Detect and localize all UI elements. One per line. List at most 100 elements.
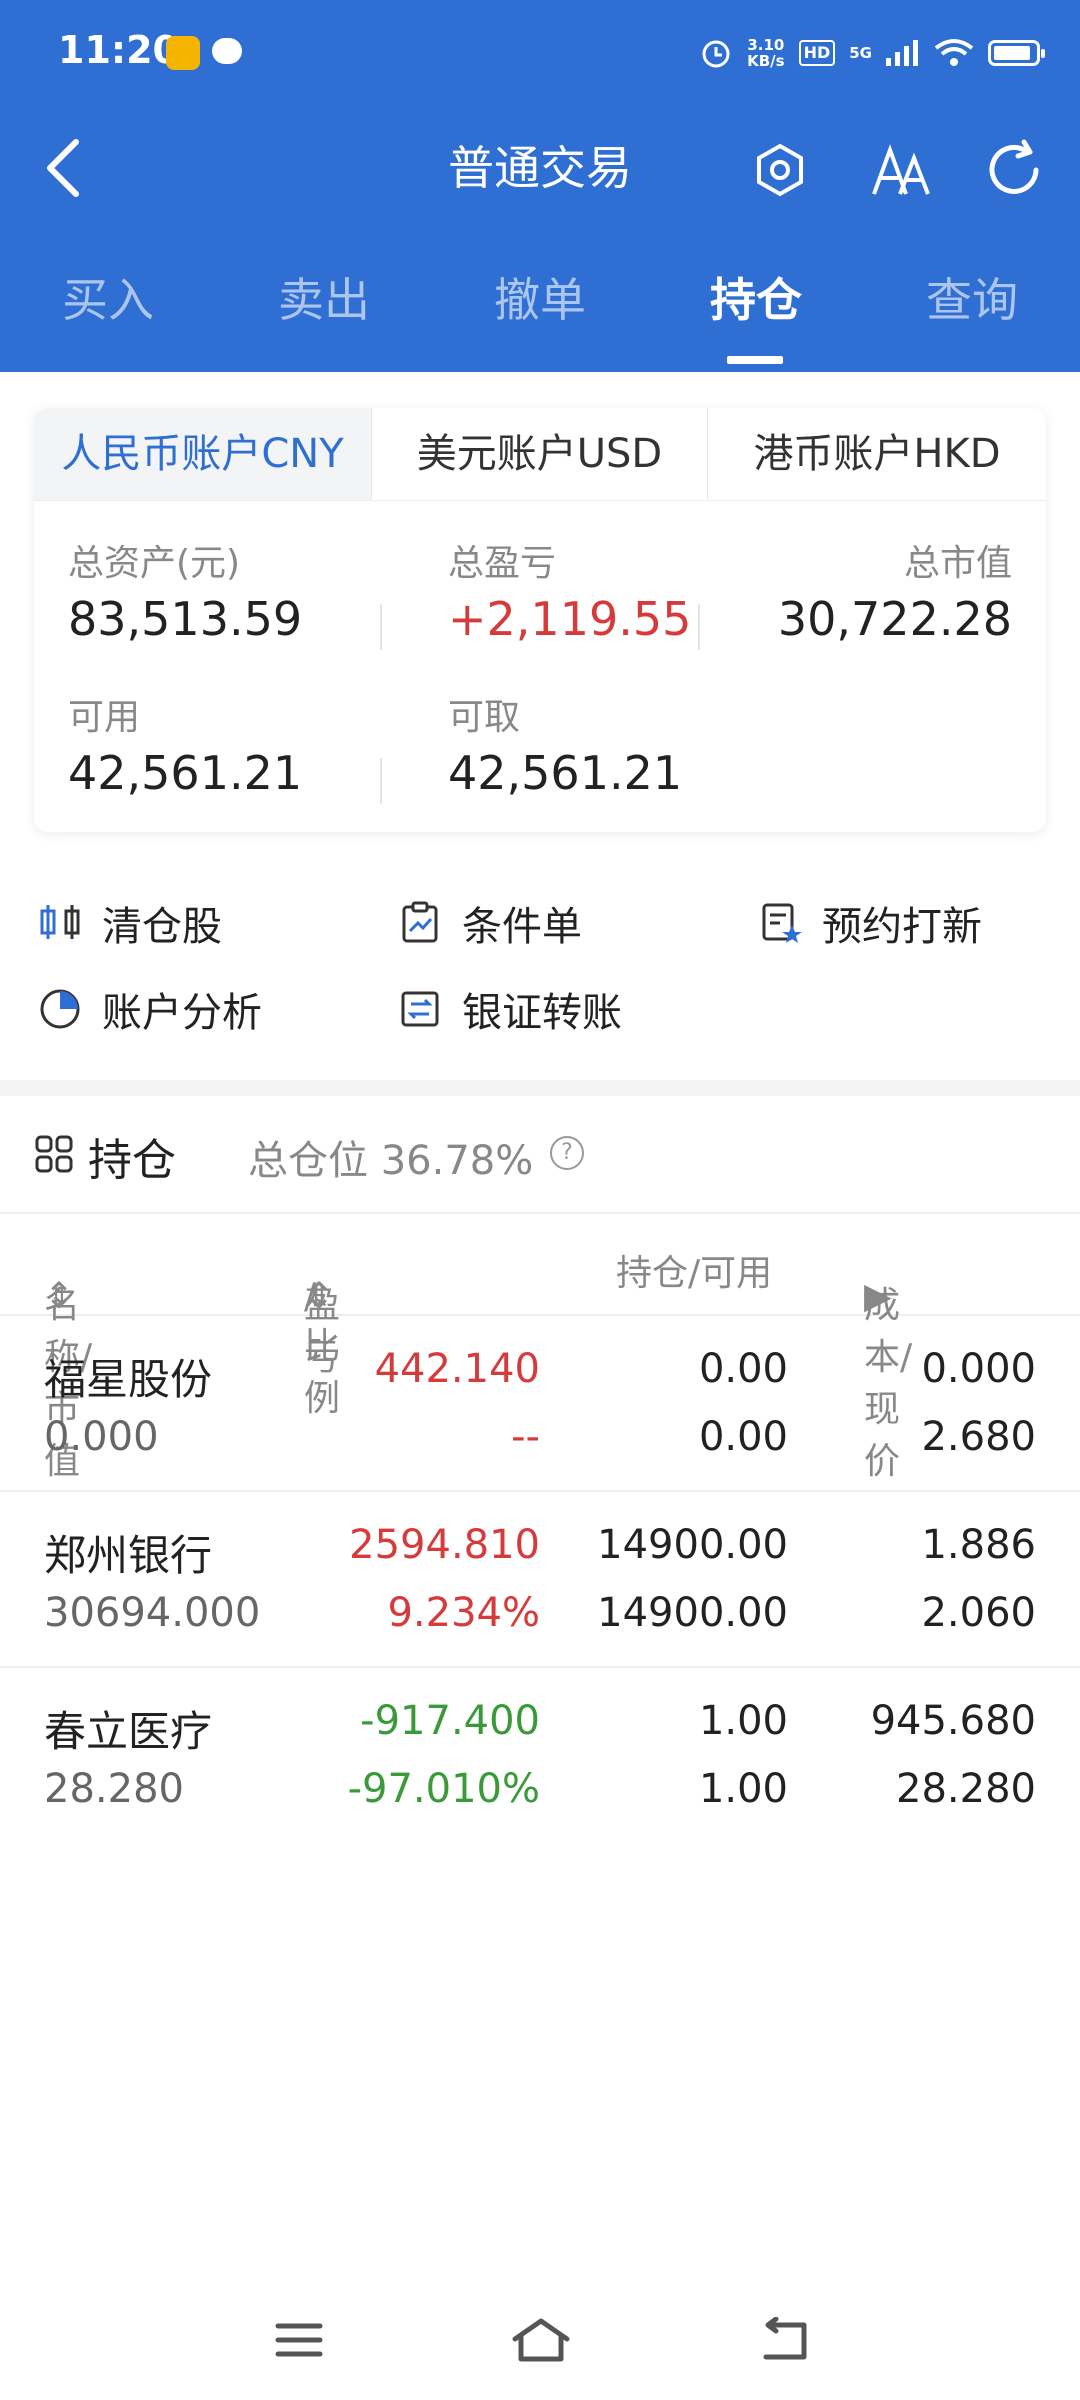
available-qty: 14900.00 (597, 1590, 788, 1636)
refresh-icon (989, 139, 1039, 194)
transfer-icon (398, 987, 442, 1031)
net-speed: 3.10 KB/s (747, 37, 784, 69)
help-icon[interactable]: ? (550, 1136, 584, 1170)
status-indicators: 3.10 KB/s HD 5G (699, 30, 1045, 76)
net-speed-unit: KB/s (747, 52, 785, 70)
positions-header: 持仓 总仓位 36.78% ? (0, 1096, 1080, 1214)
total-pnl-label: 总盈亏 (448, 543, 557, 584)
market-value: 30694.000 (44, 1590, 261, 1636)
active-tab-indicator (727, 356, 783, 364)
font-size-button[interactable] (862, 132, 938, 208)
message-bubble-icon (212, 38, 242, 64)
net-speed-value: 3.10 (747, 36, 785, 54)
table-row[interactable]: 郑州银行 30694.000 2594.810 9.234% 14900.00 … (0, 1490, 1080, 1668)
quick-action-clear-position[interactable]: 清仓股 (38, 894, 222, 952)
back-button[interactable] (22, 120, 102, 216)
home-button[interactable] (496, 2300, 586, 2380)
market-value: 0.000 (44, 1414, 159, 1460)
refresh-button[interactable] (976, 132, 1052, 208)
tab-account-usd[interactable]: 美元账户USD (372, 408, 708, 500)
total-position-ratio: 总仓位 36.78% (248, 1138, 534, 1184)
return-icon (763, 2317, 807, 2360)
pnl-value: -917.400 (360, 1698, 540, 1744)
quick-action-label: 条件单 (462, 904, 582, 950)
holding: 0.00 (698, 1346, 788, 1392)
section-divider (0, 1080, 1080, 1096)
holding: 14900.00 (597, 1522, 788, 1568)
tab-query[interactable]: 查询 (864, 228, 1080, 372)
signal-bars-icon (886, 40, 918, 66)
status-time: 11:20 (58, 28, 179, 72)
tab-account-cny[interactable]: 人民币账户CNY (34, 408, 372, 500)
back-icon (47, 139, 79, 197)
market-value-label: 总市值 (903, 543, 1012, 584)
status-bar: 11:20 3.10 KB/s HD 5G (0, 0, 1080, 108)
hd-badge: HD (798, 40, 836, 66)
tab-cancel[interactable]: 撤单 (432, 228, 648, 372)
cost-price: 0.000 (921, 1346, 1036, 1392)
stock-name: 福星股份 (44, 1355, 213, 1404)
total-pnl-value: +2,119.55 (448, 592, 692, 646)
available-label: 可用 (68, 697, 141, 738)
quick-action-label: 清仓股 (102, 904, 222, 950)
settings-button[interactable] (742, 132, 818, 208)
expand-right-icon: ▶ (864, 1276, 892, 1317)
table-row[interactable]: 春立医疗 28.280 -917.400 -97.010% 1.00 1.00 … (0, 1666, 1080, 1842)
pie-chart-icon (38, 987, 82, 1031)
tab-buy[interactable]: 买入 (0, 228, 216, 372)
current-price: 2.060 (921, 1590, 1036, 1636)
pnl-ratio: 9.234% (387, 1590, 540, 1636)
positions-column-header: 名称/市值 ⇕ 盈亏 ⇕/比例 ⇕ 持仓/可用 成本/现价 ▶ (0, 1212, 1080, 1482)
back-nav-button[interactable] (738, 2300, 828, 2380)
notification-app-icon (166, 36, 200, 70)
withdrawable-label: 可取 (448, 697, 521, 738)
cost-price: 945.680 (870, 1698, 1036, 1744)
sort-icon: ⇕ (304, 1276, 335, 1317)
font-size-icon (872, 144, 930, 195)
available-value: 42,561.21 (68, 746, 303, 800)
currency-tabs: 人民币账户CNY 美元账户USD 港币账户HKD (34, 408, 1046, 501)
quick-action-label: 预约打新 (822, 904, 982, 950)
cost-price: 1.886 (921, 1522, 1036, 1568)
holding: 1.00 (698, 1698, 788, 1744)
home-icon (512, 2318, 570, 2362)
settings-icon (757, 143, 803, 197)
total-assets-value: 83,513.59 (68, 592, 303, 646)
quick-action-account-analysis[interactable]: 账户分析 (38, 980, 262, 1038)
current-price: 28.280 (896, 1766, 1036, 1812)
stock-name: 郑州银行 (44, 1531, 213, 1580)
available-qty: 0.00 (698, 1414, 788, 1460)
nav-bar: 普通交易 (0, 108, 1080, 228)
total-assets-label: 总资产(元) (68, 543, 241, 584)
table-row[interactable]: 福星股份 0.000 442.140 -- 0.00 0.00 0.000 2.… (0, 1314, 1080, 1492)
signal-label: 5G (849, 44, 872, 62)
tab-sell[interactable]: 卖出 (216, 228, 432, 372)
quick-action-ipo-reservation[interactable]: 预约打新 (758, 894, 982, 952)
app-header: 11:20 3.10 KB/s HD 5G 普通交易 买入 卖出 撤单 持仓 查… (0, 0, 1080, 372)
pnl-ratio: -- (511, 1414, 540, 1460)
column-hold-avail: 持仓/可用 (616, 1253, 773, 1294)
divider (380, 758, 382, 804)
available-qty: 1.00 (698, 1766, 788, 1812)
ipo-reservation-icon (758, 901, 802, 945)
quick-action-conditional-order[interactable]: 条件单 (398, 894, 582, 952)
quick-action-label: 银证转账 (462, 990, 622, 1036)
pnl-value: 2594.810 (349, 1522, 540, 1568)
tab-positions[interactable]: 持仓 (648, 228, 864, 372)
grid-icon (35, 1135, 73, 1173)
menu-button[interactable] (254, 2300, 344, 2380)
stock-name: 春立医疗 (44, 1707, 213, 1756)
market-value: 28.280 (44, 1766, 184, 1812)
tab-account-hkd[interactable]: 港币账户HKD (708, 408, 1046, 500)
current-price: 2.680 (921, 1414, 1036, 1460)
trade-tabs: 买入 卖出 撤单 持仓 查询 (0, 228, 1080, 372)
alarm-icon (702, 40, 730, 68)
quick-action-bank-transfer[interactable]: 银证转账 (398, 980, 622, 1038)
clear-position-icon (38, 901, 82, 945)
divider (698, 604, 700, 650)
system-nav-bar (0, 2280, 1080, 2400)
conditional-order-icon (398, 901, 442, 945)
market-value-value: 30,722.28 (777, 592, 1012, 646)
account-summary-card: 人民币账户CNY 美元账户USD 港币账户HKD 总资产(元) 83,513.5… (34, 408, 1046, 832)
positions-title: 持仓 (88, 1135, 176, 1186)
